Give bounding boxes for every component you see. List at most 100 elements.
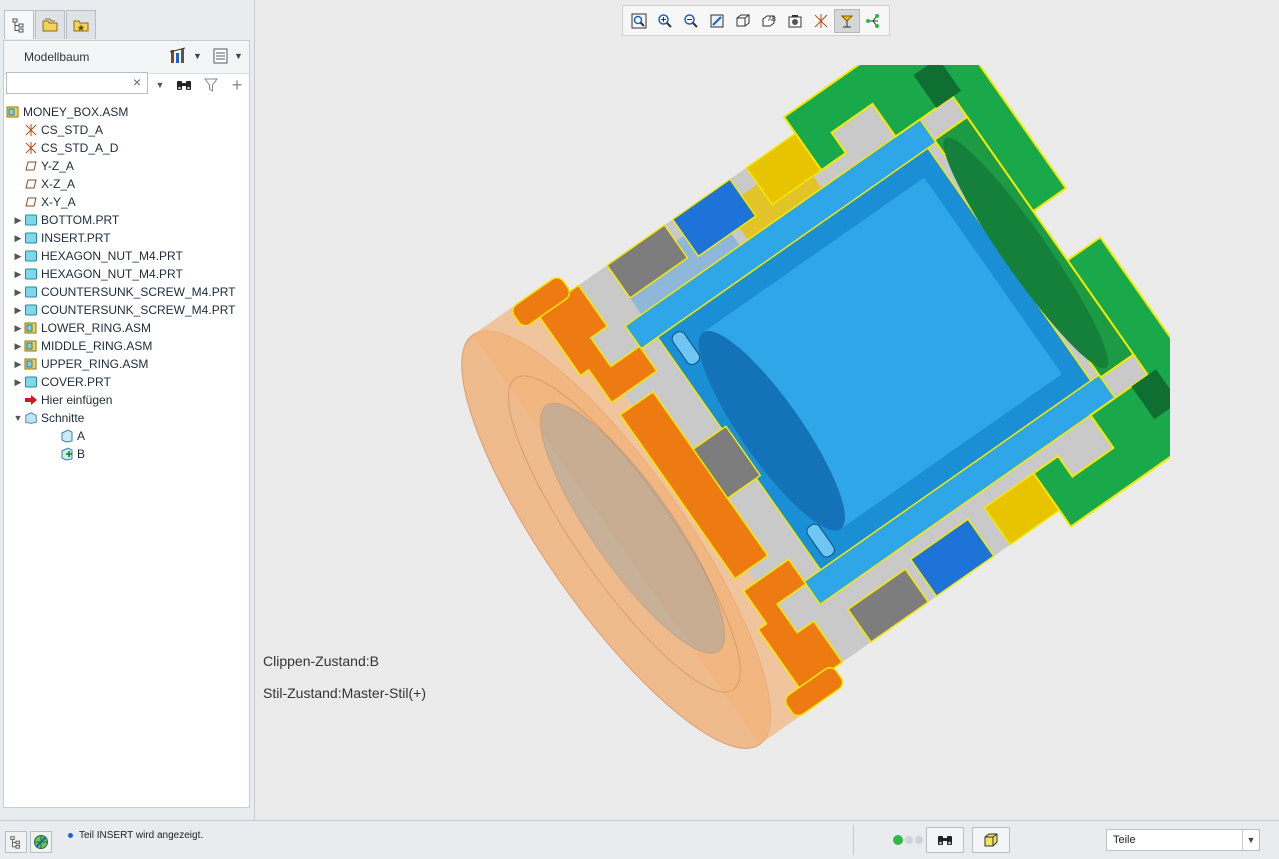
section-active-icon (60, 447, 74, 461)
tree-item[interactable]: ▶ COUNTERSUNK_SCREW_M4.PRT (4, 301, 249, 319)
repaint-icon (708, 12, 726, 30)
expand-right-icon[interactable]: ▶ (12, 268, 24, 280)
selection-box-icon (984, 833, 998, 847)
find-button[interactable] (926, 827, 964, 853)
annotation-display-button[interactable] (834, 8, 860, 33)
tree-show-button[interactable]: ▼ (212, 46, 243, 66)
tree-item[interactable]: X-Z_A (4, 175, 249, 193)
datum-plane-icon (24, 195, 38, 209)
expand-right-icon[interactable]: ▶ (12, 322, 24, 334)
tree-item-label: X-Y_A (41, 195, 76, 209)
zoom-out-icon (682, 12, 700, 30)
tree-item-label: A (77, 429, 86, 443)
expand-right-icon[interactable]: ▶ (12, 304, 24, 316)
search-history-chevron-icon[interactable]: ▼ (154, 77, 166, 93)
tree-item-label: HEXAGON_NUT_M4.PRT (41, 267, 183, 281)
expand-right-icon[interactable]: ▶ (12, 286, 24, 298)
selection-box-button[interactable] (972, 827, 1010, 853)
expand-down-icon[interactable]: ▼ (12, 412, 24, 424)
view-manager-icon (786, 12, 804, 30)
graphics-window[interactable]: AB Clippen-Zustand:B Stil-Zustand:Master… (255, 0, 1279, 820)
tree-item[interactable]: B (4, 445, 249, 463)
expand-right-icon[interactable]: ▶ (12, 232, 24, 244)
filter-button[interactable] (202, 77, 220, 93)
sections-folder-icon (24, 411, 38, 425)
expand-right-icon[interactable]: ▶ (12, 358, 24, 370)
tree-item[interactable]: ▶ BOTTOM.PRT (4, 211, 249, 229)
display-style-button[interactable] (730, 9, 756, 33)
assembly-icon (24, 339, 38, 353)
globe-icon (34, 835, 48, 849)
tree-root[interactable]: MONEY_BOX.ASM (4, 103, 249, 121)
filter-icon (204, 78, 218, 92)
part-icon (24, 231, 38, 245)
tree-settings-button[interactable]: ▼ (169, 46, 202, 66)
tree-item[interactable]: X-Y_A (4, 193, 249, 211)
model-tree-tab[interactable] (4, 10, 34, 39)
zoom-out-button[interactable] (678, 9, 704, 33)
tree-item[interactable]: CS_STD_A_D (4, 139, 249, 157)
navigator-panel: Modellbaum ▼ ▼ × ▼ + MONEY_BOX.ASM CS_ST… (0, 0, 255, 820)
style-state-text: Stil-Zustand:Master-Stil(+) (263, 685, 426, 701)
datum-display-button[interactable] (808, 9, 834, 33)
tree-item[interactable]: Y-Z_A (4, 157, 249, 175)
tree-item-label: BOTTOM.PRT (41, 213, 120, 227)
tree-item-label: UPPER_RING.ASM (41, 357, 149, 371)
expand-right-icon[interactable]: ▶ (12, 340, 24, 352)
folder-icon (42, 18, 58, 32)
part-icon (24, 213, 38, 227)
tree-item[interactable]: CS_STD_A (4, 121, 249, 139)
tree-icon (10, 836, 20, 849)
browser-toggle-button[interactable] (30, 831, 52, 853)
tree-item[interactable]: A (4, 427, 249, 445)
tree-item[interactable]: Hier einfügen (4, 391, 249, 409)
repaint-button[interactable] (704, 9, 730, 33)
spin-center-button[interactable] (860, 9, 886, 33)
clip-state-text: Clippen-Zustand:B (263, 653, 379, 669)
status-message: Teil INSERT wird angezeigt. (68, 830, 203, 841)
tree-item[interactable]: ▶ COUNTERSUNK_SCREW_M4.PRT (4, 283, 249, 301)
tree-item[interactable]: ▶ MIDDLE_RING.ASM (4, 337, 249, 355)
add-column-icon[interactable]: + (228, 75, 246, 95)
status-light-green-icon (893, 835, 903, 845)
part-icon (24, 249, 38, 263)
model-tree-panel: Modellbaum ▼ ▼ × ▼ + MONEY_BOX.ASM CS_ST… (3, 40, 250, 808)
favorites-tab[interactable] (66, 10, 96, 39)
assembly-icon (24, 321, 38, 335)
tree-item[interactable]: ▶ INSERT.PRT (4, 229, 249, 247)
binoculars-icon (938, 836, 952, 845)
tree-item[interactable]: ▶ HEXAGON_NUT_M4.PRT (4, 265, 249, 283)
tree-icon (12, 18, 24, 33)
part-icon (24, 303, 38, 317)
tree-item[interactable]: ▶ UPPER_RING.ASM (4, 355, 249, 373)
tree-item[interactable]: ▶ COVER.PRT (4, 373, 249, 391)
tree-item-label: CS_STD_A (41, 123, 104, 137)
refit-button[interactable] (626, 9, 652, 33)
selection-filter-select[interactable]: Teile ▼ (1106, 829, 1260, 851)
tree-item[interactable]: ▼ Schnitte (4, 409, 249, 427)
section-icon (60, 429, 74, 443)
tree-item[interactable]: ▶ LOWER_RING.ASM (4, 319, 249, 337)
tree-search-input[interactable] (6, 72, 148, 94)
chevron-down-icon[interactable]: ▼ (1242, 830, 1259, 850)
tree-item-label: Hier einfügen (41, 393, 113, 407)
chevron-down-icon: ▼ (234, 51, 243, 61)
zoom-in-button[interactable] (652, 9, 678, 33)
expand-right-icon[interactable]: ▶ (12, 376, 24, 388)
section-view-model[interactable] (430, 65, 1170, 785)
expand-right-icon[interactable]: ▶ (12, 250, 24, 262)
tree-search-row: × ▼ + (4, 69, 249, 99)
view-manager-button[interactable] (782, 9, 808, 33)
tree-item-label: B (77, 447, 86, 461)
tree-item[interactable]: ▶ HEXAGON_NUT_M4.PRT (4, 247, 249, 265)
clear-search-icon[interactable]: × (130, 75, 144, 89)
expand-right-icon[interactable]: ▶ (12, 214, 24, 226)
status-bar: Teil INSERT wird angezeigt. Teile ▼ (0, 820, 1279, 859)
saved-orientations-button[interactable]: AB (756, 9, 782, 33)
view-toolbar: AB (622, 5, 890, 36)
model-tree-toggle-button[interactable] (5, 831, 27, 853)
folder-browser-tab[interactable] (35, 10, 65, 39)
find-button[interactable] (175, 77, 193, 93)
